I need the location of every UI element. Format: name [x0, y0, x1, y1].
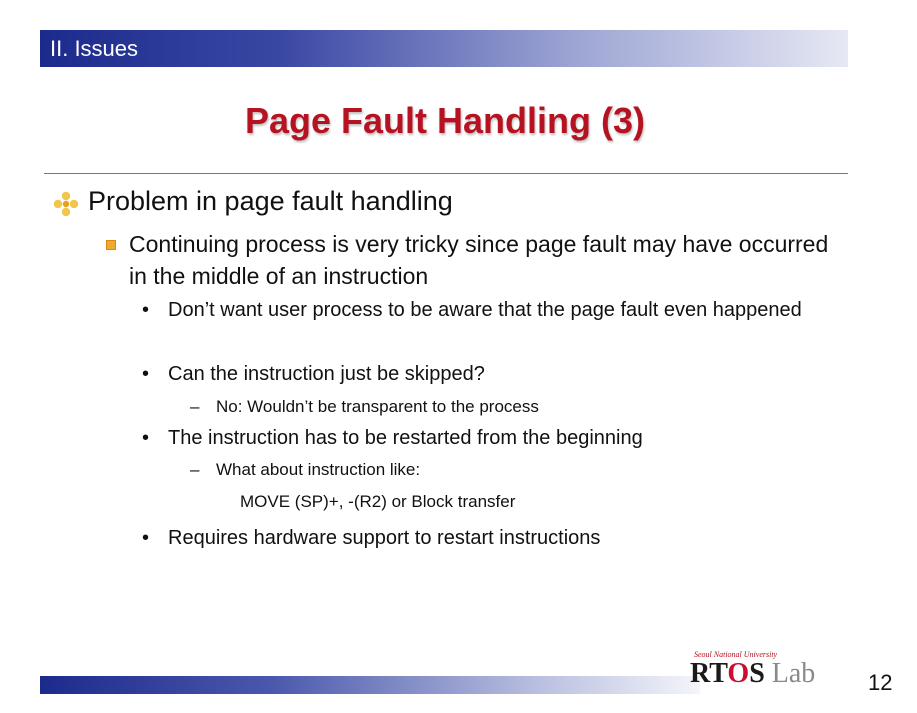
page-number: 12	[868, 670, 893, 695]
dot-bullet-icon: •	[142, 299, 150, 321]
bullet-level3-1: • Don’t want user process to be aware th…	[142, 296, 832, 324]
dash-bullet-icon: –	[190, 460, 200, 479]
bullet-level4-1-text: No: Wouldn’t be transparent to the proce…	[216, 397, 539, 416]
bullet-level3-3-text: The instruction has to be restarted from…	[168, 427, 643, 449]
dash-bullet-icon: –	[190, 397, 200, 416]
bullet-level4-2-continuation: MOVE (SP)+, -(R2) or Block transfer	[240, 492, 516, 511]
bullet-level3-3: • The instruction has to be restarted fr…	[142, 424, 832, 452]
square-bullet-icon	[106, 240, 116, 250]
bullet-level1-text: Problem in page fault handling	[88, 186, 453, 216]
header-bar	[40, 30, 848, 67]
title-divider	[44, 173, 848, 174]
bullet-level4-2: – What about instruction like:	[190, 458, 790, 482]
bullet-level3-1-text: Don’t want user process to be aware that…	[168, 299, 802, 321]
bullet-level3-2: • Can the instruction just be skipped?	[142, 360, 832, 388]
logo-lab: Lab	[764, 658, 816, 689]
slide-title: Page Fault Handling (3)	[244, 100, 646, 141]
bullet-level3-4-text: Requires hardware support to restart ins…	[168, 527, 601, 549]
dot-bullet-icon: •	[142, 527, 150, 549]
footer-bar	[40, 676, 700, 694]
logo-s: S	[749, 658, 765, 689]
logo-rt: RT	[690, 658, 728, 689]
bullet-level2: Continuing process is very tricky since …	[106, 228, 846, 292]
bullet-level4-1: – No: Wouldn’t be transparent to the pro…	[190, 395, 790, 419]
bullet-level4-2-text: What about instruction like:	[216, 460, 421, 479]
bullet-level3-2-text: Can the instruction just be skipped?	[168, 363, 485, 385]
bullet-level3-4: • Requires hardware support to restart i…	[142, 524, 832, 552]
logo-wordmark: RTOS Lab	[690, 659, 815, 689]
section-label: II. Issues	[50, 36, 139, 61]
rtos-lab-logo: Seoul National University RTOS Lab	[690, 650, 815, 689]
dot-bullet-icon: •	[142, 363, 150, 385]
diamond-bullet-icon	[53, 191, 79, 217]
bullet-level2-text: Continuing process is very tricky since …	[129, 231, 829, 289]
logo-o: O	[727, 658, 750, 689]
bullet-level1: Problem in page fault handling	[52, 186, 453, 218]
dot-bullet-icon: •	[142, 427, 150, 449]
